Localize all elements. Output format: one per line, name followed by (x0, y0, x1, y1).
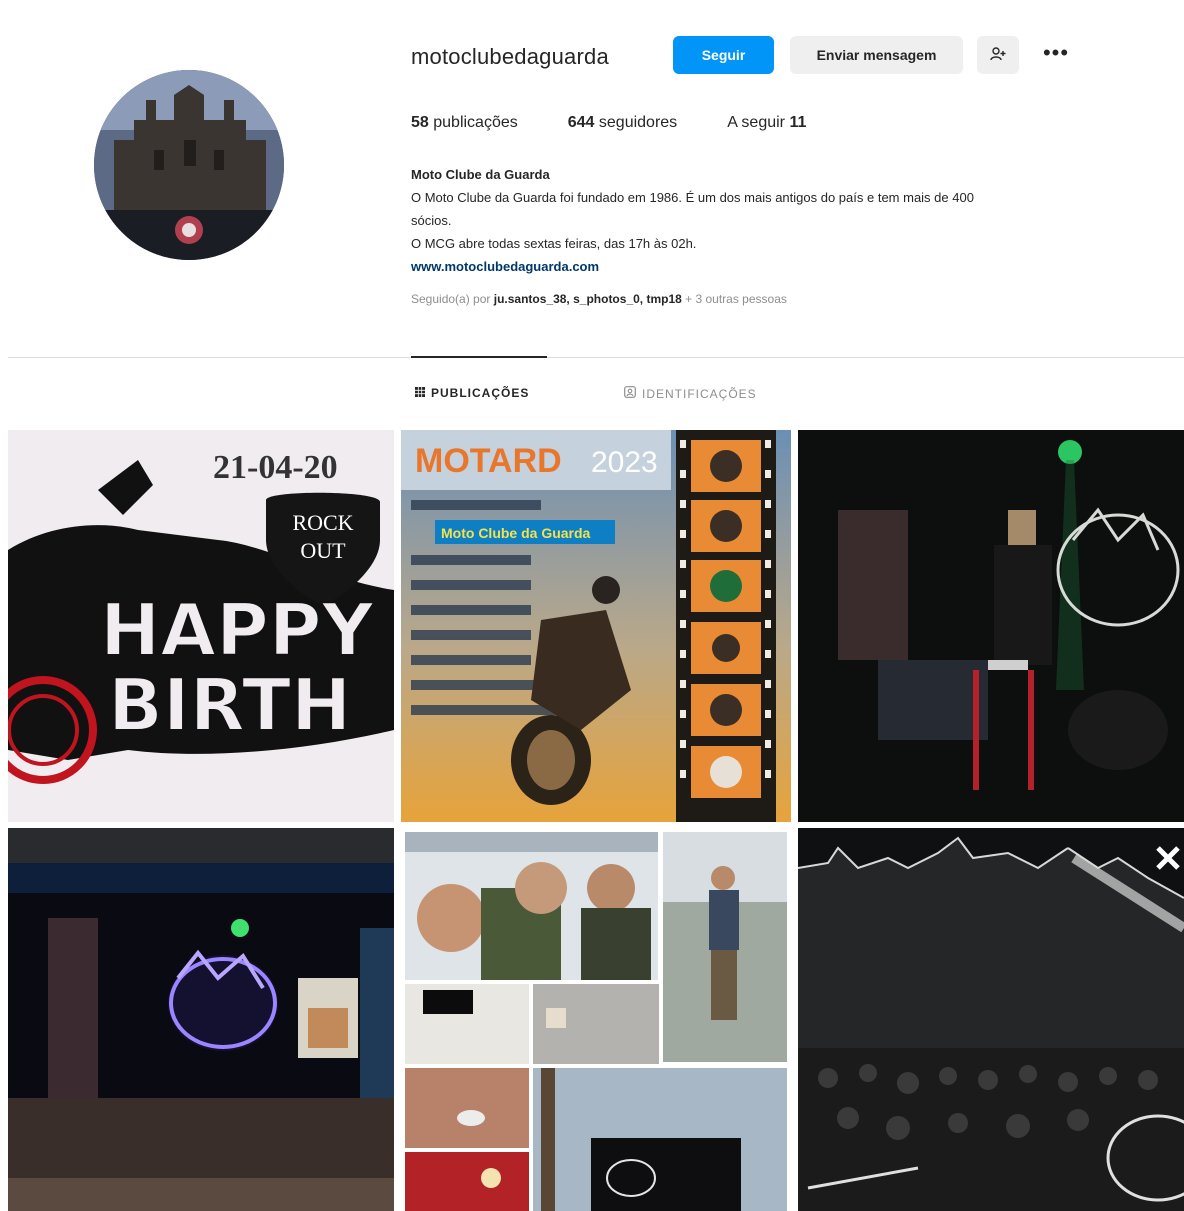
following-stat-label: A seguir (727, 114, 785, 131)
followers-stat[interactable]: 644 seguidores (568, 114, 677, 132)
birth-text: BIRTH (108, 663, 351, 747)
more-dots-icon: ••• (1042, 40, 1070, 65)
posts-stat-label: publicações (433, 114, 518, 131)
active-tab-indicator (411, 356, 547, 358)
profile-stats: 58 publicações 644 seguidores A seguir 1… (411, 114, 856, 132)
post-date-text: 21-04-20 (213, 449, 338, 486)
follow-button[interactable]: Seguir (673, 36, 774, 74)
posts-stat: 58 publicações (411, 114, 518, 132)
followers-count: 644 (567, 114, 595, 131)
followed-by-prefix: Seguido(a) por (411, 292, 491, 306)
profile-avatar[interactable] (94, 70, 284, 260)
suggested-accounts-button[interactable] (977, 36, 1019, 74)
grid-icon (415, 386, 425, 400)
poster-highlight: Moto Clube da Guarda (441, 525, 591, 541)
tab-posts[interactable]: PUBLICAÇÕES (415, 386, 529, 400)
following-stat[interactable]: A seguir 11 (727, 114, 806, 132)
followed-by-users: ju.santos_38, s_photos_0, tmp18 (493, 292, 682, 306)
post-motard-poster[interactable]: MOTARD 2023 Moto Clube da Guarda (401, 430, 791, 822)
followed-by[interactable]: Seguido(a) por ju.santos_38, s_photos_0,… (411, 292, 787, 306)
poster-year: 2023 (591, 446, 658, 479)
tag-icon (624, 386, 636, 401)
send-message-button[interactable]: Enviar mensagem (790, 36, 963, 74)
post-happy-birthday[interactable]: ROCK OUT 21-04-20 HAPPY BIRTH (8, 430, 394, 822)
profile-bio: Moto Clube da Guarda O Moto Clube da Gua… (411, 163, 1181, 278)
add-person-icon (990, 46, 1006, 64)
followed-by-suffix: + 3 outras pessoas (685, 292, 787, 306)
bio-website-link[interactable]: www.motoclubedaguarda.com (411, 255, 1181, 278)
bio-line: sócios. (411, 213, 452, 228)
posts-count: 58 (411, 114, 429, 131)
post-neon-logo[interactable] (8, 828, 394, 1211)
rock-out-top: ROCK (292, 510, 353, 535)
more-options-button[interactable]: ••• (1036, 34, 1076, 72)
bio-line: O MCG abre todas sextas feiras, das 17h … (411, 236, 697, 251)
post-cathedral-night[interactable] (798, 828, 1184, 1211)
tab-tagged-label: IDENTIFICAÇÕES (642, 386, 757, 401)
poster-title: MOTARD (415, 442, 562, 480)
post-photo-collage[interactable] (401, 828, 791, 1211)
tab-tagged[interactable]: IDENTIFICAÇÕES (624, 386, 757, 401)
profile-username: motoclubedaguarda (411, 44, 609, 69)
tab-posts-label: PUBLICAÇÕES (431, 386, 530, 400)
rock-out-bottom: OUT (300, 538, 346, 563)
tabs-divider (8, 357, 1184, 358)
bio-line: O Moto Clube da Guarda foi fundado em 19… (411, 190, 974, 205)
happy-text: HAPPY (100, 588, 375, 672)
post-night-stand[interactable] (798, 430, 1184, 822)
following-count: 11 (789, 114, 807, 131)
bio-name: Moto Clube da Guarda (411, 167, 550, 182)
followers-stat-label: seguidores (598, 114, 678, 131)
